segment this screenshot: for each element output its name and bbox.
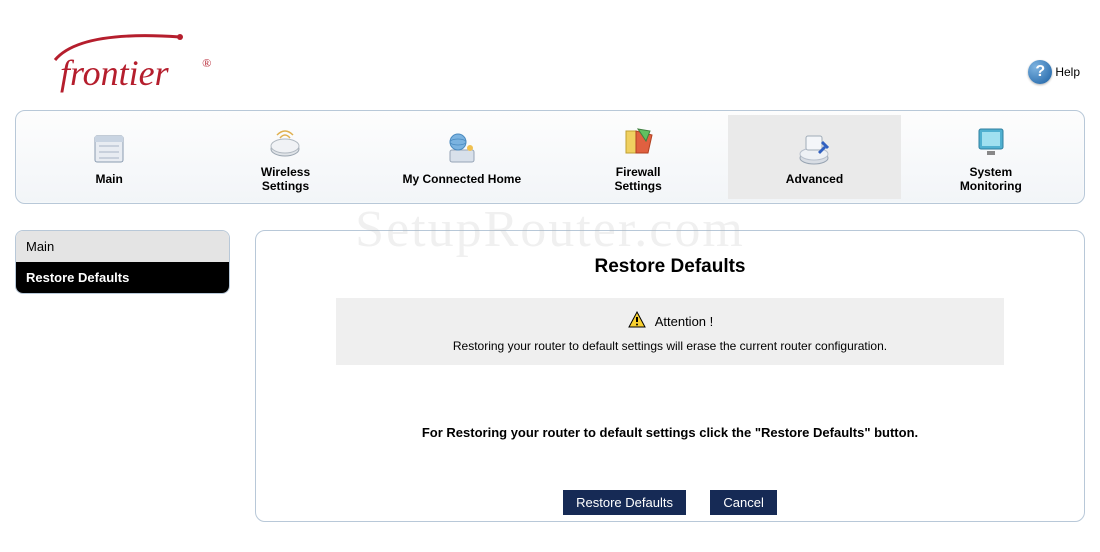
cancel-button[interactable]: Cancel	[710, 490, 776, 515]
nav-tab-label: Main	[95, 172, 122, 186]
page-title: Restore Defaults	[286, 256, 1054, 278]
attention-text: Restoring your router to default setting…	[356, 339, 984, 353]
nav-tab-connected-home[interactable]: My Connected Home	[376, 115, 548, 199]
warning-icon	[627, 310, 647, 333]
svg-text:frontier: frontier	[60, 53, 170, 93]
sidebar-item-main[interactable]: Main	[16, 231, 229, 262]
device-icon	[794, 128, 834, 168]
monitor-icon	[971, 121, 1011, 161]
attention-label: Attention !	[655, 314, 714, 329]
nav-tab-advanced[interactable]: Advanced	[728, 115, 900, 199]
calendar-icon	[89, 128, 129, 168]
nav-tab-label: Wireless Settings	[261, 165, 310, 194]
restore-defaults-button[interactable]: Restore Defaults	[563, 490, 686, 515]
nav-tab-main[interactable]: Main	[23, 115, 195, 199]
shield-icon	[618, 121, 658, 161]
nav-tab-label: My Connected Home	[402, 172, 521, 186]
globe-icon	[442, 128, 482, 168]
help-label: Help	[1055, 65, 1080, 79]
main-navigation: Main Wireless Settings My Connected Home	[15, 110, 1085, 204]
nav-tab-label: System Monitoring	[960, 165, 1022, 194]
nav-tab-label: Advanced	[786, 172, 843, 186]
sidebar: Main Restore Defaults	[15, 230, 230, 294]
sidebar-item-restore-defaults[interactable]: Restore Defaults	[16, 262, 229, 293]
nav-tab-monitoring[interactable]: System Monitoring	[905, 115, 1077, 199]
attention-header: Attention !	[356, 310, 984, 333]
brand-logo: frontier ®	[50, 25, 230, 114]
help-link[interactable]: ? Help	[1028, 60, 1080, 84]
router-icon	[265, 121, 305, 161]
instruction-text: For Restoring your router to default set…	[286, 425, 1054, 440]
nav-tab-firewall[interactable]: Firewall Settings	[552, 115, 724, 199]
attention-box: Attention ! Restoring your router to def…	[336, 298, 1004, 365]
question-icon: ?	[1028, 60, 1052, 84]
nav-tab-label: Firewall Settings	[614, 165, 661, 194]
svg-text:®: ®	[202, 56, 211, 70]
nav-tab-wireless[interactable]: Wireless Settings	[199, 115, 371, 199]
button-row: Restore Defaults Cancel	[286, 490, 1054, 515]
content-panel: Restore Defaults Attention ! Restoring y…	[255, 230, 1085, 522]
